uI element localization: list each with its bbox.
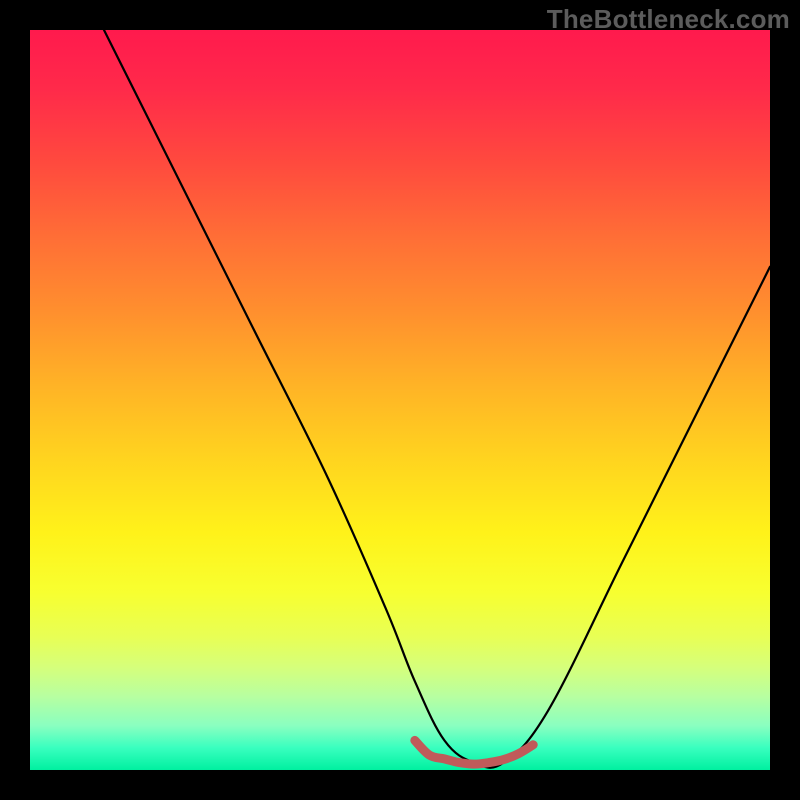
plot-area — [30, 30, 770, 770]
bottom-marker-path — [415, 740, 533, 764]
main-curve-path — [104, 30, 770, 768]
chart-stage: TheBottleneck.com — [0, 0, 800, 800]
curves-svg — [30, 30, 770, 770]
watermark-text: TheBottleneck.com — [547, 4, 790, 35]
